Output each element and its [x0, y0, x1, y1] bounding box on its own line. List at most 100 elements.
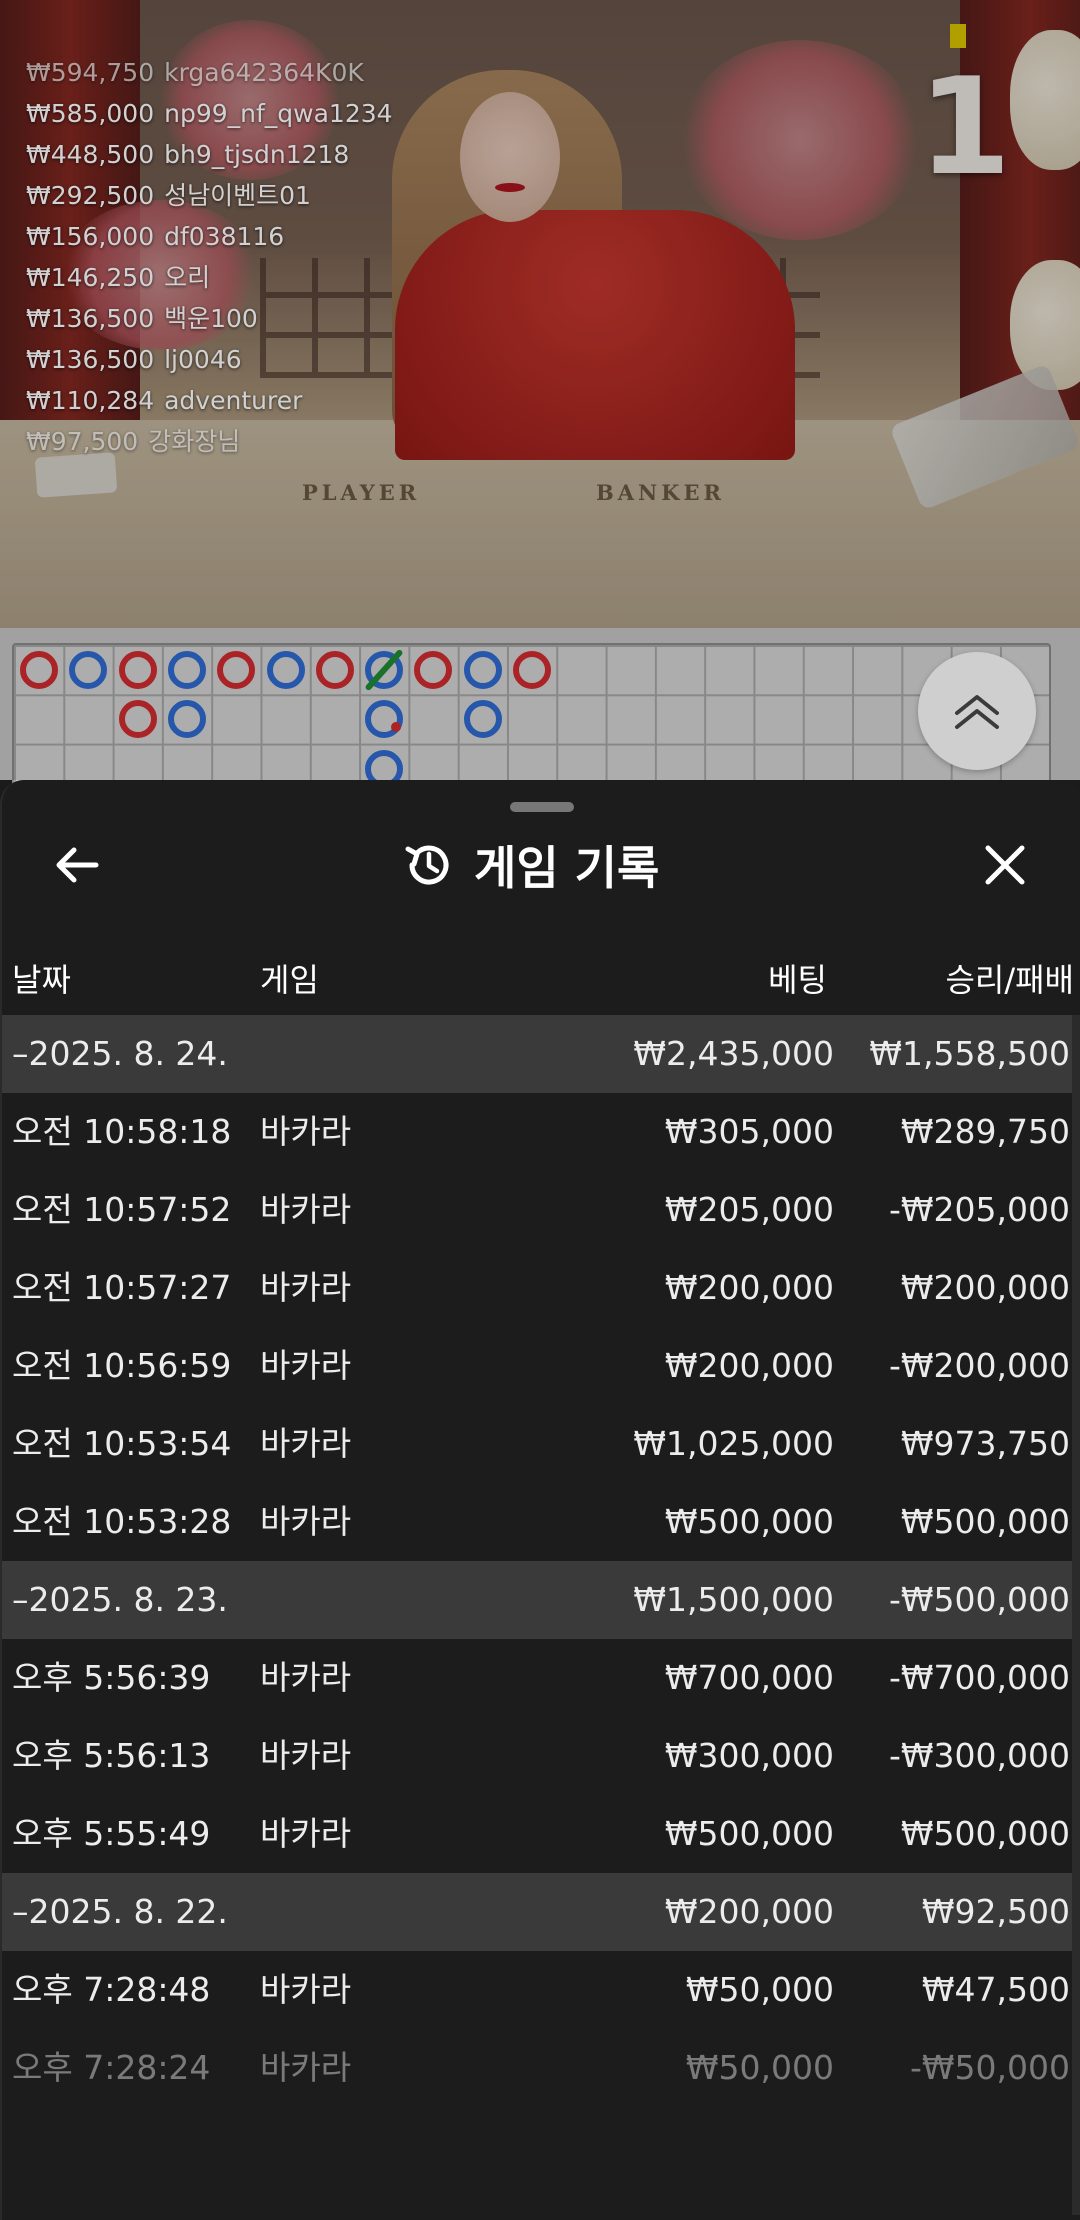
- row-game: 바카라: [260, 2048, 352, 2087]
- row-result: ₩47,500: [921, 1970, 1070, 2009]
- winner-name: 오리: [164, 263, 211, 292]
- banker-bead: [513, 651, 551, 689]
- leaderboard-entry: ₩448,500 bh9_tjsdn1218: [26, 134, 393, 175]
- row-result: -₩700,000: [888, 1658, 1070, 1697]
- row-bet: ₩50,000: [685, 2048, 834, 2087]
- group-date: –2025. 8. 22.: [12, 1892, 228, 1931]
- scrollbar-track[interactable]: [1072, 1015, 1080, 2215]
- row-bet: ₩500,000: [664, 1502, 834, 1541]
- row-game: 바카라: [260, 1112, 352, 1151]
- banker-bead: [118, 651, 157, 689]
- winner-name: df038116: [164, 222, 285, 251]
- row-result: ₩289,750: [900, 1112, 1070, 1151]
- history-row: 오후 7:28:24 바카라 ₩50,000 -₩50,000: [2, 2029, 1080, 2107]
- row-game: 바카라: [260, 1190, 352, 1229]
- group-result-total: ₩1,558,500: [869, 1034, 1070, 1073]
- row-time: 오전 10:57:27: [12, 1268, 232, 1307]
- leaderboard-entry: ₩97,500 강화장님: [26, 421, 393, 462]
- row-bet: ₩1,025,000: [633, 1424, 834, 1463]
- player-bead: [463, 700, 502, 739]
- row-bet: ₩700,000: [664, 1658, 834, 1697]
- leaderboard-entry: ₩110,284 adventurer: [26, 380, 393, 421]
- player-bead: [266, 651, 305, 689]
- winner-amount: ₩97,500: [26, 427, 139, 456]
- drag-handle[interactable]: [510, 802, 574, 812]
- row-game: 바카라: [260, 1346, 352, 1385]
- winner-amount: ₩594,750: [26, 58, 155, 87]
- history-icon: [402, 839, 454, 891]
- row-game: 바카라: [260, 1736, 352, 1775]
- row-game: 바카라: [260, 1970, 352, 2009]
- banker-bead: [118, 700, 157, 739]
- row-time: 오전 10:53:28: [12, 1502, 232, 1541]
- double-chevron-up-icon: [955, 695, 999, 729]
- date-group-row[interactable]: –2025. 8. 23. ₩1,500,000 -₩500,000: [2, 1561, 1080, 1639]
- row-time: 오후 5:55:49: [12, 1814, 211, 1853]
- row-game: 바카라: [260, 1268, 352, 1307]
- winner-name: lj0046: [164, 345, 242, 374]
- winner-amount: ₩146,250: [26, 263, 155, 292]
- winner-name: adventurer: [164, 386, 303, 415]
- row-time: 오전 10:56:59: [12, 1346, 232, 1385]
- row-result: -₩200,000: [888, 1346, 1070, 1385]
- sheet-header: 게임 기록: [402, 830, 659, 900]
- winner-amount: ₩136,500: [26, 345, 155, 374]
- banker-bead: [315, 651, 354, 689]
- row-time: 오후 5:56:39: [12, 1658, 211, 1697]
- leaderboard-entry: ₩585,000 np99_nf_qwa1234: [26, 93, 393, 134]
- group-bet-total: ₩200,000: [664, 1892, 834, 1931]
- back-button[interactable]: [52, 840, 102, 890]
- leaderboard-entry: ₩156,000 df038116: [26, 216, 393, 257]
- winner-name: 성남이벤트01: [164, 181, 311, 210]
- row-result: ₩500,000: [900, 1814, 1070, 1853]
- banker-bead: [414, 651, 453, 689]
- group-result-total: -₩500,000: [888, 1580, 1070, 1619]
- player-bead: [463, 651, 502, 689]
- date-group-row[interactable]: –2025. 8. 24. ₩2,435,000 ₩1,558,500: [2, 1015, 1080, 1093]
- row-time: 오전 10:57:52: [12, 1190, 232, 1229]
- date-group-row[interactable]: –2025. 8. 22. ₩200,000 ₩92,500: [2, 1873, 1080, 1951]
- row-result: ₩200,000: [900, 1268, 1070, 1307]
- history-row: 오후 5:56:13 바카라 ₩300,000 -₩300,000: [2, 1717, 1080, 1795]
- leaderboard-entry: ₩136,500 lj0046: [26, 339, 393, 380]
- live-video-feed: PLAYER BANKER ₩594,750 krga642364K0K ₩585,…: [0, 0, 1080, 628]
- row-time: 오전 10:53:54: [12, 1424, 232, 1463]
- row-time: 오전 10:58:18: [12, 1112, 232, 1151]
- player-bead: [167, 700, 206, 739]
- history-row: 오전 10:53:54 바카라 ₩1,025,000 ₩973,750: [2, 1405, 1080, 1483]
- expand-roadmap-button[interactable]: [918, 652, 1074, 772]
- column-result: 승리/패배: [945, 961, 1074, 999]
- group-date: –2025. 8. 23.: [12, 1580, 228, 1619]
- row-result: ₩500,000: [900, 1502, 1070, 1541]
- winner-name: np99_nf_qwa1234: [164, 99, 393, 128]
- winner-name: bh9_tjsdn1218: [164, 140, 350, 169]
- winner-name: 백운100: [164, 304, 258, 333]
- winner-name: krga642364K0K: [164, 58, 364, 87]
- history-row: 오전 10:58:18 바카라 ₩305,000 ₩289,750: [2, 1093, 1080, 1171]
- column-bet: 베팅: [768, 961, 827, 999]
- row-result: -₩205,000: [888, 1190, 1070, 1229]
- row-bet: ₩200,000: [664, 1346, 834, 1385]
- player-bead: [365, 700, 404, 739]
- close-button[interactable]: [980, 840, 1030, 890]
- group-result-total: ₩92,500: [921, 1892, 1070, 1931]
- leaderboard-entry: ₩594,750 krga642364K0K: [26, 52, 393, 93]
- row-game: 바카라: [260, 1658, 352, 1697]
- leaderboard-entry: ₩146,250 오리: [26, 257, 393, 298]
- row-bet: ₩500,000: [664, 1814, 834, 1853]
- row-result: -₩50,000: [909, 2048, 1070, 2087]
- game-history-sheet: 게임 기록 날짜 게임 베팅 승리/패배 –2025. 8. 24. ₩2,435…: [0, 780, 1080, 2220]
- row-game: 바카라: [260, 1814, 352, 1853]
- group-bet-total: ₩2,435,000: [633, 1034, 834, 1073]
- leaderboard-entry: ₩136,500 백운100: [26, 298, 393, 339]
- row-time: 오후 7:28:48: [12, 1970, 211, 2009]
- history-row: 오전 10:57:27 바카라 ₩200,000 ₩200,000: [2, 1249, 1080, 1327]
- column-game: 게임: [260, 961, 319, 999]
- winners-leaderboard: ₩594,750 krga642364K0K ₩585,000 np99_nf_qwa…: [26, 52, 393, 462]
- winner-name: 강화장님: [148, 427, 241, 456]
- row-result: ₩973,750: [900, 1424, 1070, 1463]
- player-bead: [69, 651, 108, 689]
- close-icon: [985, 845, 1025, 885]
- leaderboard-entry: ₩292,500 성남이벤트01: [26, 175, 393, 216]
- winner-amount: ₩110,284: [26, 386, 155, 415]
